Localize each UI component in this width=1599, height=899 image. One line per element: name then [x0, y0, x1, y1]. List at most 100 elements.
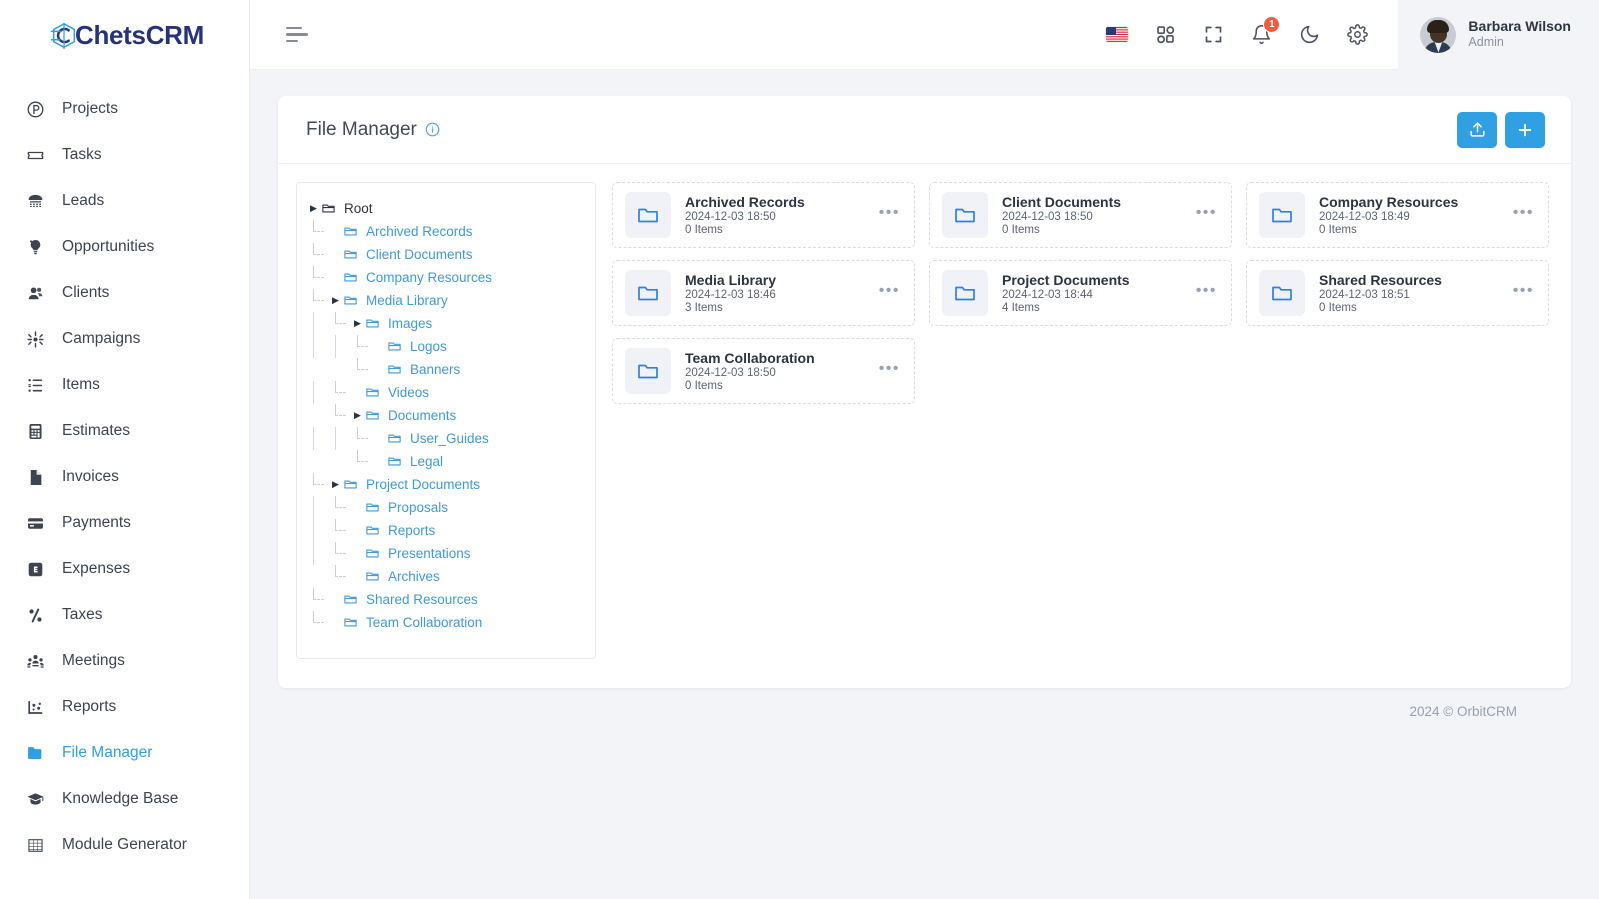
tree-node[interactable]: ▶Archives [307, 565, 585, 588]
tree-node[interactable]: ▶Shared Resources [307, 588, 585, 611]
tree-node-label[interactable]: Archived Records [366, 224, 473, 239]
tree-node-label[interactable]: Reports [388, 523, 435, 538]
tree-folder-icon [342, 270, 359, 285]
tree-caret-icon[interactable]: ▶ [351, 318, 364, 329]
sidebar-item-meetings[interactable]: Meetings [0, 638, 249, 684]
tree-node-label[interactable]: Root [344, 201, 373, 216]
tree-node-label[interactable]: Documents [388, 408, 456, 423]
tree-node[interactable]: ▶Banners [307, 358, 585, 381]
sidebar-item-opportunities[interactable]: Opportunities [0, 224, 249, 270]
tree-caret-icon[interactable]: ▶ [307, 203, 320, 214]
tree-node-label[interactable]: Banners [410, 362, 460, 377]
tree-folder-icon [364, 316, 381, 331]
sidebar-item-file-manager[interactable]: File Manager [0, 730, 249, 776]
sidebar-item-campaigns[interactable]: Campaigns [0, 316, 249, 362]
folder-card[interactable]: Project Documents 2024-12-03 18:44 4 Items… [929, 260, 1232, 326]
tree-guide [307, 565, 329, 588]
folder-card[interactable]: Archived Records 2024-12-03 18:50 0 Items •… [612, 182, 915, 248]
tree-node[interactable]: ▶Videos [307, 381, 585, 404]
tree-node[interactable]: ▶User_Guides [307, 427, 585, 450]
tree-node-label[interactable]: Logos [410, 339, 447, 354]
tree-node[interactable]: ▶Logos [307, 335, 585, 358]
folder-tree-panel[interactable]: ▶Root▶Archived Records▶Client Documents▶… [296, 182, 596, 659]
sidebar-item-leads[interactable]: Leads [0, 178, 249, 224]
tree-node[interactable]: ▶Client Documents [307, 243, 585, 266]
tree-node-label[interactable]: Images [388, 316, 432, 331]
sidebar-item-clients[interactable]: Clients [0, 270, 249, 316]
sidebar-item-items[interactable]: Items [0, 362, 249, 408]
sidebar: ChetsCRM Projects Tasks Leads Opportunities… [0, 0, 250, 899]
tree-node-label[interactable]: Client Documents [366, 247, 473, 262]
tree-node-label[interactable]: Presentations [388, 546, 471, 561]
tree-node-label[interactable]: Team Collaboration [366, 615, 482, 630]
tree-folder-icon [342, 247, 359, 262]
folder-options-menu-icon[interactable]: ••• [879, 360, 900, 382]
tree-node-label[interactable]: Project Documents [366, 477, 480, 492]
tree-node-label[interactable]: Company Resources [366, 270, 492, 285]
brand-logo[interactable]: ChetsCRM [0, 0, 249, 70]
user-profile-menu[interactable]: Barbara Wilson Admin [1398, 0, 1599, 70]
folder-card[interactable]: Media Library 2024-12-03 18:46 3 Items ••• [612, 260, 915, 326]
sidebar-item-expenses[interactable]: Expenses [0, 546, 249, 592]
tree-node[interactable]: ▶Team Collaboration [307, 611, 585, 634]
language-flag-us-icon[interactable] [1106, 24, 1129, 46]
tree-caret-icon[interactable]: ▶ [329, 479, 342, 490]
folder-options-menu-icon[interactable]: ••• [1513, 204, 1534, 226]
sidebar-item-taxes[interactable]: Taxes [0, 592, 249, 638]
settings-gear-icon[interactable] [1346, 24, 1368, 46]
sidebar-item-estimates[interactable]: Estimates [0, 408, 249, 454]
folder-thumb-icon [625, 270, 671, 316]
card-body: ▶Root▶Archived Records▶Client Documents▶… [278, 164, 1571, 688]
sidebar-item-projects[interactable]: Projects [0, 86, 249, 132]
folder-thumb-icon [942, 192, 988, 238]
fullscreen-icon[interactable] [1202, 24, 1224, 46]
sidebar-item-reports[interactable]: Reports [0, 684, 249, 730]
folder-options-menu-icon[interactable]: ••• [1196, 282, 1217, 304]
folder-options-menu-icon[interactable]: ••• [879, 282, 900, 304]
tree-node[interactable]: ▶Presentations [307, 542, 585, 565]
tree-guide [307, 289, 329, 312]
notifications-bell-icon[interactable]: 1 [1250, 15, 1281, 46]
hamburger-icon[interactable] [286, 26, 308, 43]
tree-node-label[interactable]: Legal [410, 454, 443, 469]
sidebar-item-module-generator[interactable]: Module Generator [0, 822, 249, 868]
tree-guide [307, 381, 329, 404]
tree-node[interactable]: ▶ Images [307, 312, 585, 335]
sidebar-nav: Projects Tasks Leads Opportunities Clients Ca… [0, 70, 249, 868]
tree-node[interactable]: ▶ Project Documents [307, 473, 585, 496]
folder-name: Shared Resources [1319, 272, 1442, 288]
info-circle-icon[interactable] [425, 122, 440, 137]
tree-node[interactable]: ▶Reports [307, 519, 585, 542]
dark-mode-moon-icon[interactable] [1298, 24, 1320, 46]
tree-node[interactable]: ▶Proposals [307, 496, 585, 519]
folder-options-menu-icon[interactable]: ••• [1513, 282, 1534, 304]
tree-node[interactable]: ▶ Documents [307, 404, 585, 427]
tree-caret-icon[interactable]: ▶ [351, 410, 364, 421]
tree-node[interactable]: ▶Archived Records [307, 220, 585, 243]
sidebar-item-payments[interactable]: Payments [0, 500, 249, 546]
upload-button[interactable] [1457, 111, 1497, 148]
sidebar-item-invoices[interactable]: Invoices [0, 454, 249, 500]
tree-caret-icon[interactable]: ▶ [329, 295, 342, 306]
folder-card[interactable]: Client Documents 2024-12-03 18:50 0 Items •… [929, 182, 1232, 248]
tree-guide [307, 335, 329, 358]
sidebar-item-knowledge-base[interactable]: Knowledge Base [0, 776, 249, 822]
tree-node[interactable]: ▶Legal [307, 450, 585, 473]
tree-node[interactable]: ▶Company Resources [307, 266, 585, 289]
tree-node-label[interactable]: User_Guides [410, 431, 489, 446]
folder-options-menu-icon[interactable]: ••• [1196, 204, 1217, 226]
tree-node-label[interactable]: Archives [388, 569, 440, 584]
folder-options-menu-icon[interactable]: ••• [879, 204, 900, 226]
tree-node[interactable]: ▶ Media Library [307, 289, 585, 312]
tree-node-label[interactable]: Shared Resources [366, 592, 478, 607]
tree-node[interactable]: ▶ Root [307, 197, 585, 220]
folder-card[interactable]: Shared Resources 2024-12-03 18:51 0 Items •… [1246, 260, 1549, 326]
tree-node-label[interactable]: Proposals [388, 500, 448, 515]
add-button[interactable] [1505, 111, 1545, 148]
apps-grid-icon[interactable] [1154, 24, 1176, 46]
tree-node-label[interactable]: Videos [388, 385, 429, 400]
folder-card[interactable]: Team Collaboration 2024-12-03 18:50 0 Item… [612, 338, 915, 404]
folder-card[interactable]: Company Resources 2024-12-03 18:49 0 Items… [1246, 182, 1549, 248]
sidebar-item-tasks[interactable]: Tasks [0, 132, 249, 178]
tree-node-label[interactable]: Media Library [366, 293, 448, 308]
